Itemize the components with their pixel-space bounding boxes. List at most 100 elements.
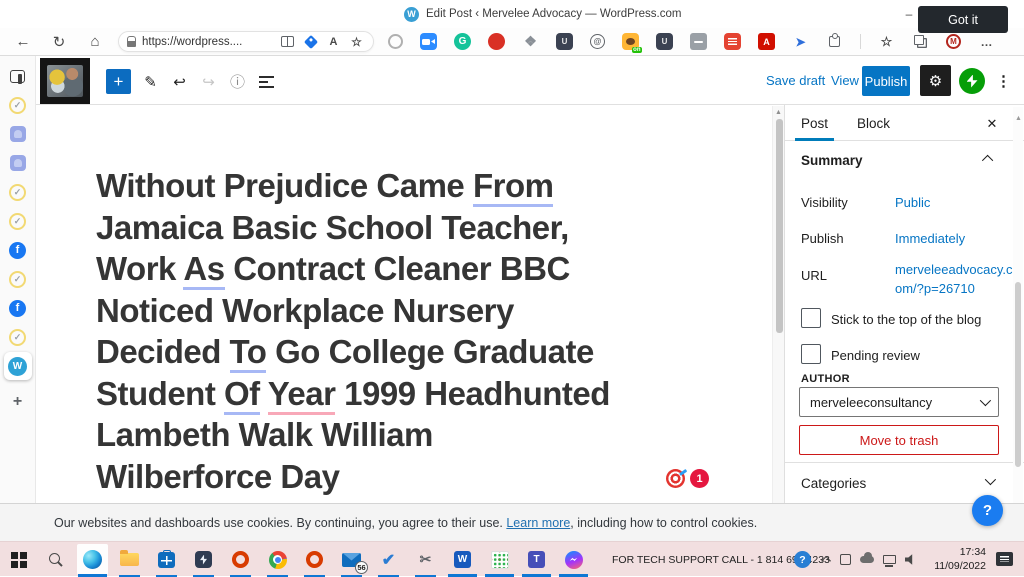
publish-value[interactable]: Immediately [895,231,965,246]
back-button[interactable]: ← [10,28,36,55]
shield-extension-icon[interactable]: U [556,33,573,50]
view-button[interactable]: View [831,73,859,88]
todo-check-icon-slot[interactable]: ✓ [4,207,32,235]
add-sidebar-item-icon[interactable]: + [9,394,26,411]
panel-scrollbar[interactable]: ▲ [1013,107,1023,503]
edge-icon[interactable] [74,542,111,577]
teams-icon[interactable]: T [518,542,555,577]
extensions-menu-icon[interactable] [826,33,843,50]
post-title[interactable]: Without Prejudice Came FromJamaica Basic… [96,165,610,497]
facebook-icon-slot[interactable]: f [4,294,32,322]
search-button[interactable] [37,542,74,577]
honey-extension-icon[interactable] [622,33,639,50]
todo-check-icon[interactable]: ✓ [9,329,26,346]
todo-check-icon-slot[interactable]: ✓ [4,323,32,351]
tab-post[interactable]: Post [801,105,828,141]
options-menu-button[interactable]: ⋮ [991,68,1016,93]
collections-icon[interactable] [912,33,929,50]
favorites-icon[interactable]: ☆ [878,33,895,50]
people-app-icon[interactable] [10,155,26,171]
add-block-button[interactable]: + [106,69,131,94]
add-sidebar-item-icon-slot[interactable]: + [4,388,32,416]
generic-extension-icon[interactable] [388,34,403,49]
settings-gear-button[interactable]: ⚙ [920,65,951,96]
author-select[interactable]: merveleeconsultancy [799,387,999,417]
zoom-extension-icon[interactable] [420,33,437,50]
notification-center-icon[interactable] [996,552,1013,566]
todo-check-icon[interactable]: ✓ [9,184,26,201]
split-screen-icon[interactable] [279,33,296,50]
read-aloud-icon[interactable]: A [325,33,342,50]
add-favorite-icon[interactable]: ☆ [348,33,365,50]
people-app-icon-slot[interactable] [4,149,32,177]
sidebar-panel-icon-slot[interactable] [4,62,32,90]
todo-check-icon[interactable]: ✓ [9,271,26,288]
todo-check-icon[interactable]: ✓ [9,213,26,230]
refresh-button[interactable]: ↻ [46,28,72,55]
device-tray-icon[interactable] [840,554,851,565]
adblock-extension-icon[interactable] [488,33,505,50]
stick-to-top-checkbox[interactable] [801,308,821,328]
site-logo[interactable] [40,58,90,104]
messenger-icon[interactable] [555,542,592,577]
wordpress-icon-slot[interactable]: W [4,352,32,380]
wallet-extension-icon[interactable] [690,33,707,50]
tab-block[interactable]: Block [857,105,890,141]
todo-check-icon-slot[interactable]: ✓ [4,265,32,293]
dev-app-icon[interactable] [185,542,222,577]
wordpress-icon[interactable]: W [8,357,27,376]
file-explorer-icon[interactable] [111,542,148,577]
onedrive-icon[interactable] [860,556,874,563]
todo-check-app-icon[interactable]: ✔ [370,542,407,577]
grid-app-icon[interactable] [481,542,518,577]
panel-scrollbar-thumb[interactable] [1015,282,1021,467]
save-draft-button[interactable]: Save draft [766,73,825,88]
people-app-icon[interactable] [10,126,26,142]
move-to-trash-button[interactable]: Move to trash [799,425,999,455]
facebook-icon[interactable]: f [9,242,26,259]
dropbox-extension-icon[interactable]: ❖ [522,33,539,50]
todo-check-icon-slot[interactable]: ✓ [4,178,32,206]
facebook-icon[interactable]: f [9,300,26,317]
learn-more-link[interactable]: Learn more [506,516,570,530]
scroll-up-icon[interactable]: ▲ [775,109,782,116]
shopping-icon[interactable] [302,33,319,50]
quill-extension-icon[interactable]: ➤ [792,33,809,50]
acrobat-extension-icon[interactable]: A [758,33,775,50]
office-icon[interactable] [222,542,259,577]
pending-review-checkbox[interactable] [801,344,821,364]
volume-icon[interactable] [905,554,917,566]
chrome-icon[interactable] [259,542,296,577]
taskbar-help-icon[interactable]: ? [794,551,811,568]
redo-icon[interactable]: ↪ [196,69,221,94]
url-value[interactable]: merveleeadvocacy.com/?p=26710 [895,261,1015,299]
edit-mode-icon[interactable]: ✎ [138,69,163,94]
scrollbar-thumb[interactable] [776,119,783,333]
people-app-icon-slot[interactable] [4,120,32,148]
facebook-icon-slot[interactable]: f [4,236,32,264]
jetpack-icon[interactable] [959,68,985,94]
grammarly-extension-icon[interactable]: G [454,33,471,50]
snipping-tool-icon[interactable]: ✂ [407,542,444,577]
summary-heading[interactable]: Summary [801,153,863,168]
categories-heading[interactable]: Categories [801,476,866,491]
help-bubble[interactable]: ? [972,495,1003,526]
profile-avatar[interactable]: M [946,34,961,49]
content-scrollbar[interactable]: ▲ [772,106,784,503]
sidebar-panel-icon[interactable] [10,70,25,83]
office-icon-2[interactable] [296,542,333,577]
url-text[interactable]: https://wordpress.... [142,36,273,48]
details-icon[interactable]: ⓘ [225,69,250,94]
word-icon[interactable]: W [444,542,481,577]
todoist-extension-icon[interactable] [724,33,741,50]
address-bar[interactable]: https://wordpress.... A ☆ [118,31,374,52]
target-annotation-icon[interactable] [666,469,685,488]
editor-canvas[interactable]: Without Prejudice Came FromJamaica Basic… [36,105,772,503]
shield-extension-icon-2[interactable]: U [656,33,673,50]
undo-icon[interactable]: ↩ [167,69,192,94]
network-icon[interactable] [883,555,896,564]
panel-scroll-up-icon[interactable]: ▲ [1015,115,1022,122]
todo-check-icon[interactable]: ✓ [9,97,26,114]
clock[interactable]: 17:34 11/09/2022 [924,542,986,577]
publish-button[interactable]: Publish [862,66,910,96]
